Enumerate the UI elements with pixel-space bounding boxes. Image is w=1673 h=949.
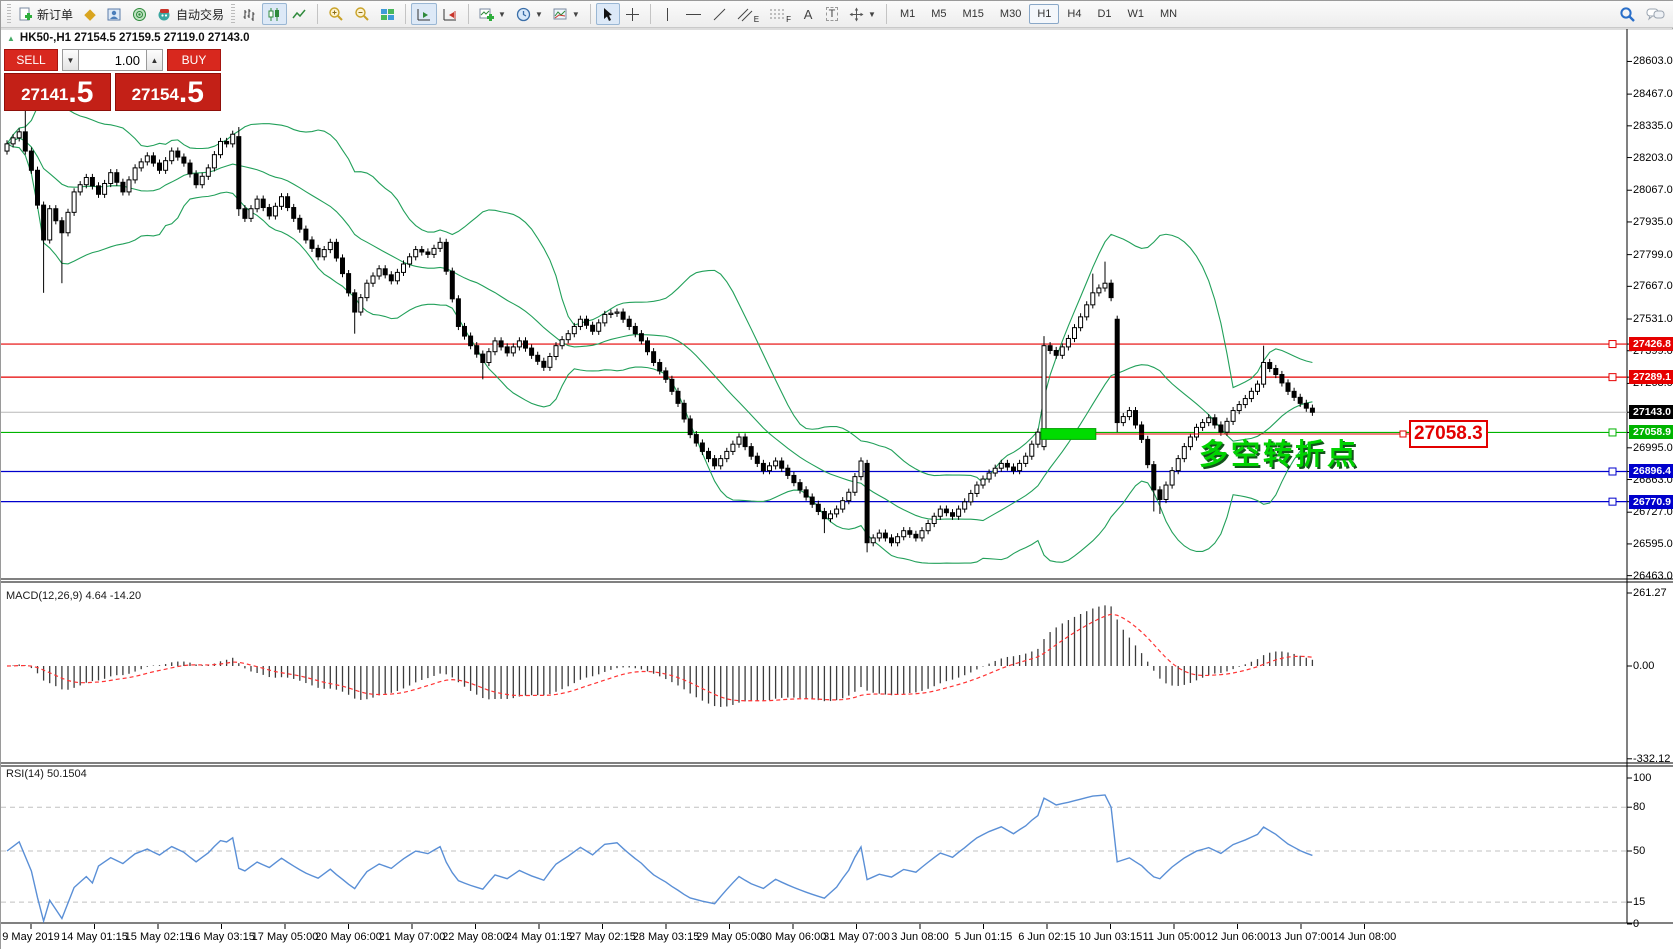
price-level-chip: 27143.0 — [1629, 405, 1673, 419]
time-axis-label: 15 May 02:15 — [125, 931, 192, 943]
time-axis-label: 14 May 01:15 — [61, 931, 128, 943]
time-axis-label: 13 Jun 07:00 — [1269, 931, 1333, 943]
price-level-chip: 26896.4 — [1629, 464, 1673, 478]
price-level-chip: 26770.9 — [1629, 495, 1673, 509]
rsi-axis-label: 15 — [1633, 896, 1645, 908]
chart-title: ▲ HK50-,H1 27154.5 27159.5 27119.0 27143… — [7, 32, 249, 44]
time-axis-label: 9 May 2019 — [2, 931, 59, 943]
time-axis-label: 20 May 06:00 — [315, 931, 382, 943]
price-axis-label: 26995.0 — [1633, 442, 1673, 454]
time-axis-label: 12 Jun 06:00 — [1206, 931, 1270, 943]
price-axis-label: 28467.0 — [1633, 88, 1673, 100]
time-axis-label: 30 May 06:00 — [760, 931, 827, 943]
macd-indicator-label: MACD(12,26,9) 4.64 -14.20 — [6, 590, 141, 602]
price-axis-label: 26595.0 — [1633, 538, 1673, 550]
time-axis-label: 10 Jun 03:15 — [1079, 931, 1143, 943]
price-axis-label: 28203.0 — [1633, 152, 1673, 164]
price-axis-label: 28067.0 — [1633, 184, 1673, 196]
rsi-axis-label: 50 — [1633, 845, 1645, 857]
sell-price-frac: .5 — [68, 78, 93, 108]
price-level-chip: 27426.8 — [1629, 337, 1673, 351]
price-level-chip: 27289.1 — [1629, 370, 1673, 384]
rsi-indicator-label: RSI(14) 50.1504 — [6, 768, 87, 780]
time-axis-label: 21 May 07:00 — [379, 931, 446, 943]
price-axis-label: 26463.0 — [1633, 570, 1673, 582]
time-axis-label: 22 May 08:00 — [442, 931, 509, 943]
time-axis-label: 24 May 01:15 — [506, 931, 573, 943]
price-axis-label: 28335.0 — [1633, 120, 1673, 132]
sell-button[interactable]: SELL — [4, 49, 58, 71]
turning-point-annotation: 多空转折点 — [1199, 431, 1359, 473]
time-axis-label: 27 May 02:15 — [569, 931, 636, 943]
one-click-trading-panel: SELL ▼ 1.00 ▲ BUY 27141.5 27154.5 — [4, 49, 221, 111]
price-axis-label: 27667.0 — [1633, 280, 1673, 292]
sell-price-display[interactable]: 27141.5 — [4, 73, 111, 111]
time-axis-label: 11 Jun 05:00 — [1143, 931, 1206, 943]
price-callout-label: 27058.3 — [1409, 420, 1488, 448]
macd-axis-label: 261.27 — [1633, 587, 1667, 599]
sell-price: 27141 — [21, 83, 68, 108]
rsi-axis-label: 100 — [1633, 772, 1651, 784]
rsi-axis-label: 80 — [1633, 801, 1645, 813]
time-axis-label: 31 May 07:00 — [823, 931, 890, 943]
time-axis-label: 3 Jun 08:00 — [891, 931, 949, 943]
macd-axis-label: 0.00 — [1633, 660, 1654, 672]
time-axis-label: 29 May 05:00 — [696, 931, 763, 943]
time-axis-label: 5 Jun 01:15 — [955, 931, 1013, 943]
price-axis-label: 28603.0 — [1633, 55, 1673, 67]
volume-input[interactable]: 1.00 — [79, 49, 146, 71]
price-axis-label: 27935.0 — [1633, 216, 1673, 228]
time-axis-label: 28 May 03:15 — [633, 931, 700, 943]
price-level-chip: 27058.9 — [1629, 425, 1673, 439]
time-axis-label: 14 Jun 08:00 — [1333, 931, 1397, 943]
price-axis-label: 27531.0 — [1633, 313, 1673, 325]
terminal-window: 新订单 ◆ 自动交易 — [0, 0, 1673, 949]
chart-window: ▲ HK50-,H1 27154.5 27159.5 27119.0 27143… — [1, 29, 1673, 949]
time-axis-label: 16 May 03:15 — [188, 931, 255, 943]
chart-canvas[interactable] — [1, 1, 1673, 949]
symbol-arrow-icon: ▲ — [7, 34, 15, 43]
macd-axis-label: -332.12 — [1633, 753, 1670, 765]
price-axis-label: 27799.0 — [1633, 249, 1673, 261]
volume-decrease-button[interactable]: ▼ — [62, 49, 79, 71]
time-axis-label: 17 May 05:00 — [252, 931, 319, 943]
buy-price-display[interactable]: 27154.5 — [115, 73, 222, 111]
rsi-axis-label: 0 — [1633, 918, 1639, 930]
buy-button[interactable]: BUY — [167, 49, 221, 71]
buy-price: 27154 — [132, 83, 179, 108]
time-axis-label: 6 Jun 02:15 — [1018, 931, 1076, 943]
buy-price-frac: .5 — [179, 78, 204, 108]
volume-increase-button[interactable]: ▲ — [146, 49, 163, 71]
